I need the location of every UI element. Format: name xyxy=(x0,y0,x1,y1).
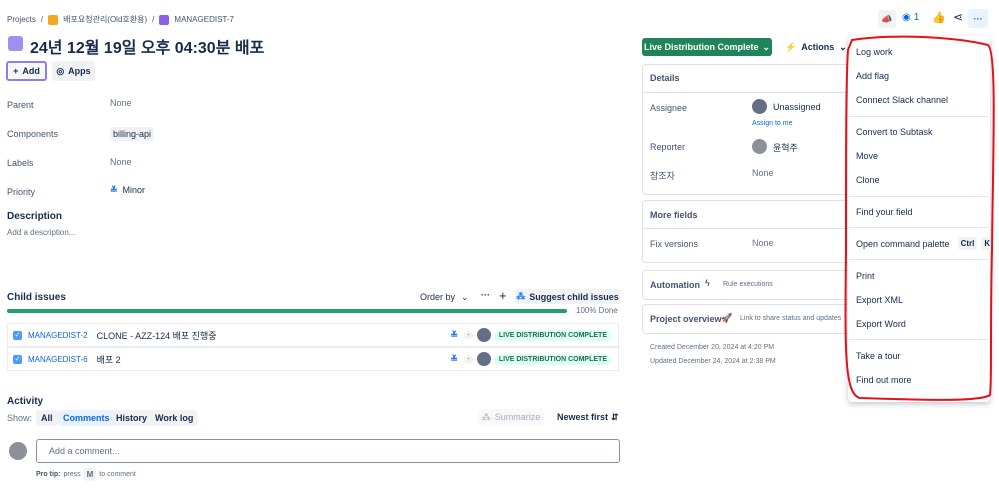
annotation-outline xyxy=(844,35,995,401)
